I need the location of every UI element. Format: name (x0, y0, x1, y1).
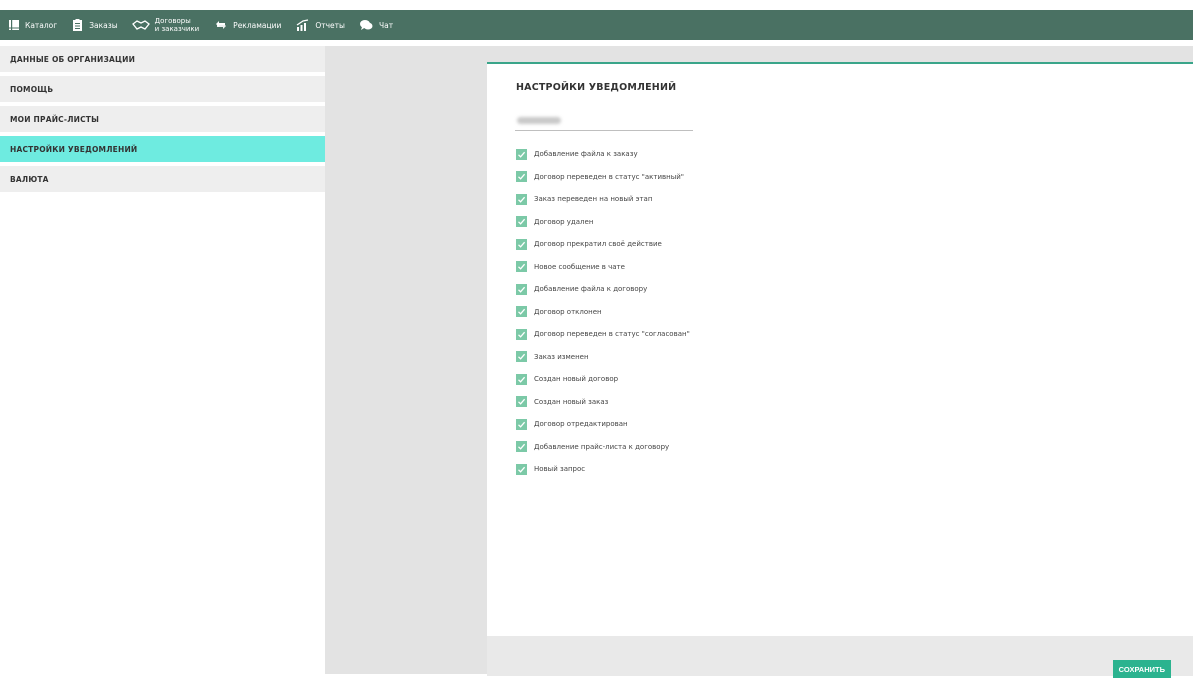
chat-icon (359, 19, 374, 32)
notification-option-label: Добавление файла к заказу (534, 150, 638, 159)
checkmark-icon (518, 399, 526, 405)
notification-settings-panel: НАСТРОЙКИ УВЕДОМЛЕНИЙ Добавление файла к… (487, 62, 1193, 678)
checkbox[interactable] (516, 193, 527, 205)
notification-option-label: Новый запрос (534, 465, 586, 474)
email-field[interactable] (515, 111, 693, 131)
checkbox[interactable] (516, 261, 527, 273)
notification-option-label: Заказ переведен на новый этап (534, 195, 653, 204)
checkmark-icon (518, 151, 526, 158)
nav-item-reports[interactable]: Отчеты (295, 19, 345, 32)
notification-option[interactable]: Договор отредактирован (516, 413, 690, 436)
email-redacted (517, 117, 561, 124)
notification-option-label: Добавление файла к договору (534, 285, 648, 294)
checkbox[interactable] (516, 328, 527, 340)
checkbox[interactable] (516, 238, 527, 250)
checkbox[interactable] (516, 396, 527, 408)
checkmark-icon (518, 376, 526, 383)
notification-option-label: Добавление прайс-листа к договору (534, 442, 670, 451)
checkbox[interactable] (516, 351, 527, 363)
nav-item-claims[interactable]: Рекламации (213, 19, 281, 32)
checkbox[interactable] (516, 171, 527, 183)
nav-item-label: Заказы (89, 20, 118, 30)
checkmark-icon (518, 309, 526, 315)
checkbox[interactable] (516, 216, 527, 228)
notification-option[interactable]: Новое сообщение в чате (516, 256, 690, 279)
notification-option[interactable]: Создан новый договор (516, 368, 690, 391)
checkmark-icon (518, 196, 526, 203)
checkbox[interactable] (516, 373, 527, 385)
nav-item-label: Каталог (25, 20, 58, 30)
nav-item-label: Отчеты (315, 20, 345, 30)
notification-option[interactable]: Заказ изменен (516, 346, 690, 369)
sidebar-item-price-lists[interactable]: МОИ ПРАЙС-ЛИСТЫ (0, 106, 325, 132)
checkbox[interactable] (516, 418, 527, 430)
notification-option-label: Заказ изменен (534, 352, 589, 361)
checkmark-icon (518, 331, 526, 338)
notification-option-label: Договор удален (534, 217, 594, 226)
checkmark-icon (518, 241, 526, 248)
nav-item-label-line1: Договоры (154, 17, 191, 25)
nav-item-contracts[interactable]: Договоры и заказчики (131, 17, 200, 33)
sidebar-item-organization[interactable]: ДАННЫЕ ОБ ОРГАНИЗАЦИИ (0, 46, 325, 72)
notification-option-label: Договор переведен в статус "согласован" (534, 330, 690, 339)
checkmark-icon (518, 466, 526, 473)
notification-option[interactable]: Добавление прайс-листа к договору (516, 436, 690, 459)
notification-option[interactable]: Договор удален (516, 211, 690, 234)
save-button[interactable]: СОХРАНИТЬ (1112, 660, 1171, 678)
content-background (325, 46, 487, 674)
nav-item-label: Чат (378, 20, 394, 30)
checkmark-icon (518, 286, 526, 293)
reports-icon (295, 19, 310, 32)
notification-option[interactable]: Договор отклонен (516, 301, 690, 324)
nav-item-label-line2: и заказчики (154, 25, 200, 33)
notification-option-label: Договор отредактирован (534, 420, 628, 429)
checkmark-icon (518, 264, 526, 270)
notification-option[interactable]: Создан новый заказ (516, 391, 690, 414)
checkbox[interactable] (516, 441, 527, 453)
settings-sidebar: ДАННЫЕ ОБ ОРГАНИЗАЦИИ ПОМОЩЬ МОИ ПРАЙС-Л… (0, 46, 325, 674)
notification-option[interactable]: Добавление файла к заказу (516, 143, 690, 166)
notification-option[interactable]: Договор переведен в статус "согласован" (516, 323, 690, 346)
notification-option-label: Договор переведен в статус "активный" (534, 172, 685, 181)
checkbox[interactable] (516, 283, 527, 295)
checkmark-icon (518, 354, 526, 360)
sidebar-item-notification-settings[interactable]: НАСТРОЙКИ УВЕДОМЛЕНИЙ (0, 136, 325, 162)
page-title: НАСТРОЙКИ УВЕДОМЛЕНИЙ (516, 82, 677, 93)
checkmark-icon (518, 444, 526, 450)
sidebar-item-help[interactable]: ПОМОЩЬ (0, 76, 325, 102)
notification-options-list: Добавление файла к заказу Договор перевед… (516, 143, 690, 481)
claims-icon (213, 19, 228, 32)
notification-option-label: Договор отклонен (534, 307, 602, 316)
top-nav-bar: Каталог Заказы Договоры и заказчики Рекл… (0, 10, 1193, 40)
handshake-icon (131, 19, 150, 32)
checkmark-icon (518, 219, 526, 225)
notification-option-label: Создан новый заказ (534, 397, 609, 406)
notification-option-label: Договор прекратил своё действие (534, 240, 662, 249)
checkmark-icon (518, 421, 526, 428)
nav-item-chat[interactable]: Чат (359, 19, 393, 32)
notification-option[interactable]: Договор прекратил своё действие (516, 233, 690, 256)
notification-option-label: Создан новый договор (534, 375, 619, 384)
nav-item-orders[interactable]: Заказы (71, 19, 118, 32)
notification-option-label: Новое сообщение в чате (534, 262, 625, 271)
notification-option[interactable]: Договор переведен в статус "активный" (516, 166, 690, 189)
checkbox[interactable] (516, 306, 527, 318)
sidebar-item-currency[interactable]: ВАЛЮТА (0, 166, 325, 192)
notification-option[interactable]: Добавление файла к договору (516, 278, 690, 301)
checkbox[interactable] (516, 463, 527, 475)
orders-icon (71, 19, 84, 32)
catalog-icon (7, 19, 20, 32)
checkmark-icon (518, 174, 526, 180)
nav-item-label: Рекламации (233, 20, 282, 30)
panel-footer: СОХРАНИТЬ (487, 636, 1193, 678)
notification-option[interactable]: Заказ переведен на новый этап (516, 188, 690, 211)
nav-item-catalog[interactable]: Каталог (7, 19, 57, 32)
notification-option[interactable]: Новый запрос (516, 458, 690, 481)
checkbox[interactable] (516, 148, 527, 160)
